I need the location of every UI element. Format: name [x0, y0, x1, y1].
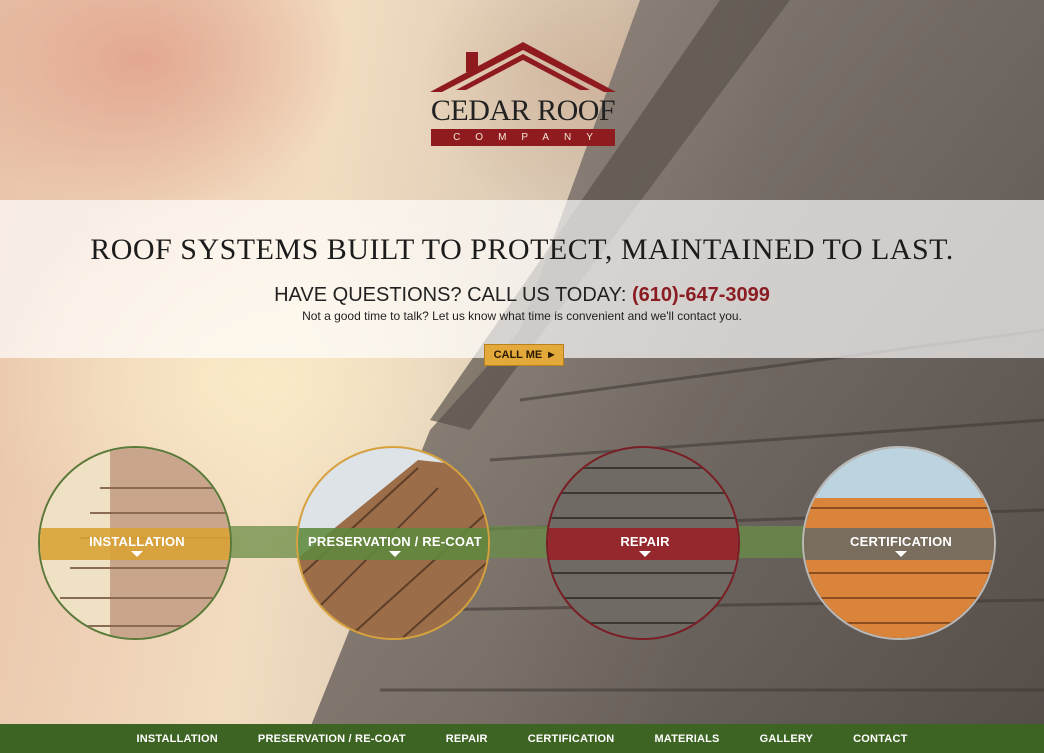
nav-contact[interactable]: CONTACT: [853, 733, 907, 745]
footer-nav: INSTALLATION PRESERVATION / RE-COAT REPA…: [0, 724, 1044, 753]
call-me-label: CALL ME: [493, 349, 543, 361]
hero-band: [0, 200, 1044, 358]
service-installation[interactable]: INSTALLATION: [38, 446, 232, 640]
nav-gallery[interactable]: GALLERY: [760, 733, 814, 745]
chevron-down-icon: [895, 551, 907, 557]
nav-certification[interactable]: CERTIFICATION: [528, 733, 615, 745]
repair-label: REPAIR: [620, 534, 670, 549]
certification-label: CERTIFICATION: [849, 534, 953, 549]
service-certification[interactable]: CERTIFICATION: [802, 446, 996, 640]
chevron-down-icon: [389, 551, 401, 557]
nav-repair[interactable]: REPAIR: [446, 733, 488, 745]
chevron-down-icon: [639, 551, 651, 557]
roof-logo-icon: [430, 42, 616, 92]
logo-subtitle: COMPANY: [431, 129, 615, 146]
chevron-down-icon: [131, 551, 143, 557]
service-preservation[interactable]: PRESERVATION / RE-COAT: [296, 446, 490, 640]
nav-installation[interactable]: INSTALLATION: [136, 733, 217, 745]
logo-name: CEDAR ROOF: [430, 94, 616, 127]
preservation-label: PRESERVATION / RE-COAT: [308, 534, 482, 549]
phone-number[interactable]: (610)-647-3099: [632, 284, 770, 306]
service-repair[interactable]: REPAIR: [546, 446, 740, 640]
company-logo[interactable]: CEDAR ROOF COMPANY: [430, 40, 616, 150]
nav-materials[interactable]: MATERIALS: [654, 733, 719, 745]
caret-right-icon: ▶: [548, 350, 555, 359]
call-question: HAVE QUESTIONS? CALL US TODAY:: [274, 284, 627, 306]
callback-text: Not a good time to talk? Let us know wha…: [302, 309, 742, 323]
call-prompt: HAVE QUESTIONS? CALL US TODAY: (610)-647…: [0, 284, 1044, 307]
nav-preservation[interactable]: PRESERVATION / RE-COAT: [258, 733, 406, 745]
hero-headline: ROOF SYSTEMS BUILT TO PROTECT, MAINTAINE…: [90, 233, 954, 266]
installation-label: INSTALLATION: [89, 534, 185, 549]
call-me-button[interactable]: CALL ME ▶: [484, 344, 564, 366]
